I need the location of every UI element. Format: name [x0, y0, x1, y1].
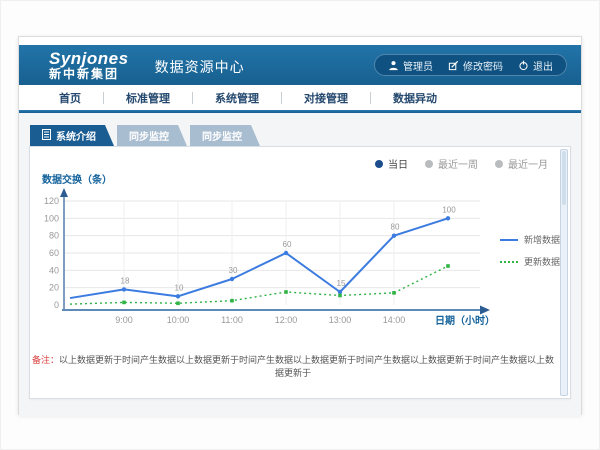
svg-text:10: 10: [175, 283, 184, 292]
change-password-button[interactable]: 修改密码: [448, 58, 503, 73]
footnote-label: 备注：: [32, 355, 59, 365]
logout-button[interactable]: 退出: [518, 58, 553, 73]
content-area: 系统介绍 同步监控 同步监控 当日 最近一周: [19, 113, 581, 416]
nav-item-data-change[interactable]: 数据异动: [387, 90, 443, 106]
radio-dot-icon: [495, 160, 503, 168]
svg-text:14:00: 14:00: [383, 315, 406, 325]
user-toolbar: 管理员 修改密码 退出: [374, 54, 567, 76]
svg-text:18: 18: [121, 276, 130, 285]
svg-text:15: 15: [337, 279, 346, 288]
app-header: Synjones 新中新集团 数据资源中心 管理员 修改密码: [19, 45, 581, 85]
svg-text:10:00: 10:00: [167, 315, 190, 325]
change-password-label: 修改密码: [463, 58, 503, 73]
radio-today[interactable]: 当日: [375, 156, 408, 171]
tab-system-intro[interactable]: 系统介绍: [30, 125, 114, 146]
svg-text:60: 60: [49, 248, 59, 258]
main-nav: 首页 标准管理 系统管理 对接管理 数据异动: [19, 85, 581, 110]
svg-text:60: 60: [283, 240, 292, 249]
range-filter: 当日 最近一周 最近一月: [375, 156, 548, 171]
line-chart: 0 20 40 60 80 100 120 9:00 10:00 11:00 12:00 13:00 1…: [36, 187, 496, 339]
tab-bar: 系统介绍 同步监控 同步监控: [29, 125, 571, 146]
radio-dot-icon: [425, 160, 433, 168]
chart-y-axis-title: 数据交换（条）: [42, 171, 112, 186]
svg-text:80: 80: [391, 223, 400, 232]
nav-item-system-mgmt[interactable]: 系统管理: [209, 90, 265, 106]
panel-scrollbar[interactable]: [560, 149, 568, 396]
radio-label: 最近一月: [508, 156, 548, 171]
tab-sync-monitor-2[interactable]: 同步监控: [190, 125, 260, 146]
radio-label: 最近一周: [438, 156, 478, 171]
svg-text:20: 20: [49, 283, 59, 293]
svg-text:0: 0: [54, 300, 59, 310]
svg-text:9:00: 9:00: [115, 315, 133, 325]
current-user-button[interactable]: 管理员: [388, 58, 433, 73]
nav-item-interface-mgmt[interactable]: 对接管理: [298, 90, 354, 106]
brand-logo-en: Synjones: [49, 50, 129, 68]
svg-text:13:00: 13:00: [329, 315, 352, 325]
nav-separator: [192, 92, 193, 104]
tab-label: 系统介绍: [56, 128, 96, 143]
tab-sync-monitor-1[interactable]: 同步监控: [117, 125, 187, 146]
current-user-label: 管理员: [403, 58, 433, 73]
radio-last-week[interactable]: 最近一周: [425, 156, 478, 171]
document-icon: [42, 129, 51, 143]
tab-label: 同步监控: [129, 128, 169, 143]
legend-item-new-data: 新增数据: [500, 233, 566, 246]
brand-logo: Synjones 新中新集团: [49, 50, 129, 80]
nav-item-standard-mgmt[interactable]: 标准管理: [120, 90, 176, 106]
nav-item-home[interactable]: 首页: [53, 90, 87, 106]
user-icon: [388, 60, 399, 71]
screenshot-stage: Synjones 新中新集团 数据资源中心 管理员 修改密码: [0, 0, 600, 450]
svg-text:日期（小时）: 日期（小时）: [435, 314, 495, 327]
logout-label: 退出: [533, 58, 553, 73]
svg-text:100: 100: [442, 205, 456, 214]
svg-text:30: 30: [229, 266, 238, 275]
radio-last-month[interactable]: 最近一月: [495, 156, 548, 171]
brand-logo-cn: 新中新集团: [49, 68, 129, 81]
legend-line-solid-icon: [500, 239, 518, 241]
legend-label: 更新数据: [524, 255, 560, 268]
chart-legend: 新增数据 更新数据: [500, 233, 566, 277]
legend-item-update-data: 更新数据: [500, 255, 566, 268]
svg-text:100: 100: [44, 213, 59, 223]
line-chart-svg: 0 20 40 60 80 100 120 9:00 10:00 11:00 12:00 13:00 1…: [36, 187, 496, 339]
footnote: 备注：以上数据更新于时间产生数据以上数据更新于时间产生数据以上数据更新于时间产生…: [30, 353, 556, 379]
legend-line-dotted-icon: [500, 261, 518, 263]
window-top-strip: [19, 37, 581, 45]
legend-label: 新增数据: [524, 233, 560, 246]
app-window: Synjones 新中新集团 数据资源中心 管理员 修改密码: [18, 36, 582, 415]
edit-icon: [448, 60, 459, 71]
nav-separator: [103, 92, 104, 104]
svg-text:12:00: 12:00: [275, 315, 298, 325]
footnote-text: 以上数据更新于时间产生数据以上数据更新于时间产生数据以上数据更新于时间产生数据以…: [59, 355, 554, 378]
svg-text:80: 80: [49, 231, 59, 241]
svg-text:120: 120: [44, 196, 59, 206]
tab-label: 同步监控: [202, 128, 242, 143]
radio-label: 当日: [388, 156, 408, 171]
svg-text:40: 40: [49, 265, 59, 275]
content-panel: 当日 最近一周 最近一月 数据交换（条） 0 20 40 60 80 100 120 9:00…: [29, 146, 571, 399]
page-title: 数据资源中心: [155, 53, 245, 77]
radio-dot-selected-icon: [375, 160, 383, 168]
scrollbar-thumb[interactable]: [562, 151, 566, 205]
svg-text:11:00: 11:00: [221, 315, 243, 325]
nav-separator: [281, 92, 282, 104]
nav-separator: [370, 92, 371, 104]
power-icon: [518, 60, 529, 71]
